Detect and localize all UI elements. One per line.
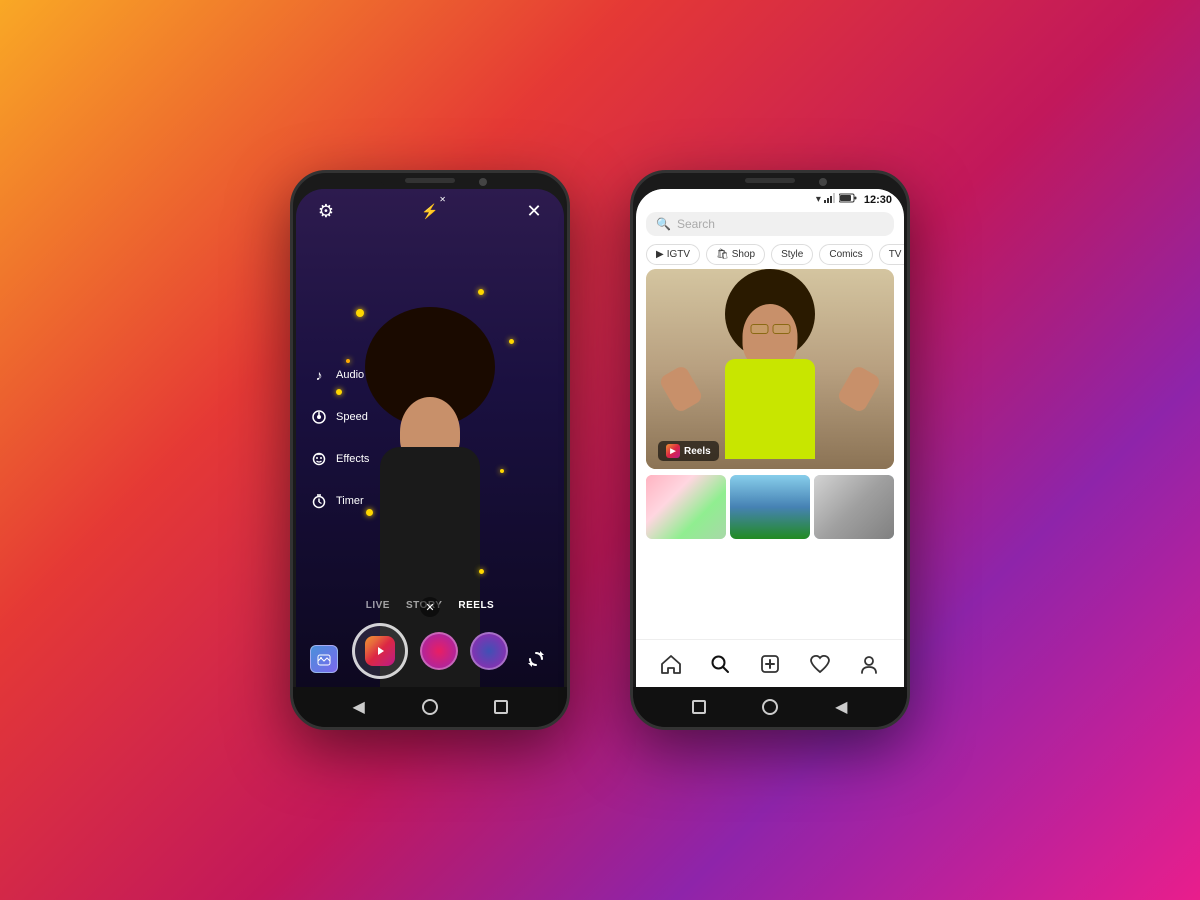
- phone-camera-dot: [479, 178, 487, 186]
- gallery-thumbnail[interactable]: [310, 645, 338, 673]
- flip-camera-button[interactable]: [522, 645, 550, 673]
- chip-style[interactable]: Style: [771, 244, 813, 265]
- right-phone-screen: ▾ 12:30 🔍 Search: [636, 189, 904, 687]
- sparkle-1: [356, 309, 364, 317]
- effect-button-2[interactable]: [470, 632, 508, 670]
- flash-off-icon: ✕: [439, 195, 446, 204]
- audio-control[interactable]: ♪ Audio: [308, 364, 369, 386]
- sparkle-6: [479, 569, 484, 574]
- mode-live[interactable]: LIVE: [366, 600, 390, 611]
- sparkle-8: [346, 359, 350, 363]
- right-nav-recent-button[interactable]: [690, 698, 708, 716]
- chip-igtv[interactable]: ▶ IGTV: [646, 244, 700, 265]
- chip-shop-label: Shop: [732, 249, 755, 260]
- effects-label: Effects: [336, 453, 369, 465]
- timer-label: Timer: [336, 495, 364, 507]
- sparkle-4: [500, 469, 504, 473]
- phone-speaker: [405, 178, 455, 183]
- chip-tv-movies[interactable]: TV & Movies: [879, 244, 904, 265]
- left-phone-screen: ⚙ ⚡ ✕ ✕ ♪ Audio: [296, 189, 564, 687]
- right-phone: ▾ 12:30 🔍 Search: [630, 170, 910, 730]
- video-content: [646, 269, 894, 469]
- status-time: 12:30: [864, 194, 892, 206]
- close-icon: ✕: [526, 201, 541, 222]
- signal-icon: [824, 193, 836, 206]
- flash-icon: ⚡: [421, 203, 438, 220]
- right-phone-nav-bar: ◀: [633, 687, 907, 727]
- capture-close-badge[interactable]: ✕: [420, 597, 440, 617]
- right-nav-home-button[interactable]: [761, 698, 779, 716]
- mode-reels[interactable]: REELS: [458, 600, 494, 611]
- nav-search-icon[interactable]: [704, 648, 736, 680]
- nav-profile-icon[interactable]: [853, 648, 885, 680]
- status-icons: ▾ 12:30: [816, 193, 892, 206]
- capture-button[interactable]: [352, 623, 408, 679]
- nav-home-icon[interactable]: [655, 648, 687, 680]
- audio-label: Audio: [336, 369, 364, 381]
- effect-button-1[interactable]: [420, 632, 458, 670]
- capture-row: ✕: [296, 617, 564, 687]
- nav-back-button[interactable]: ◀: [350, 698, 368, 716]
- reels-logo: [365, 636, 395, 666]
- reels-badge-text: Reels: [684, 446, 711, 457]
- nav-recent-button[interactable]: [492, 698, 510, 716]
- search-placeholder: Search: [677, 217, 715, 231]
- category-chips: ▶ IGTV 🛍 Shop Style Comics TV & Movies: [636, 240, 904, 269]
- thumbnail-flowers[interactable]: [646, 475, 726, 539]
- timer-control[interactable]: Timer: [308, 490, 369, 512]
- right-phone-camera-dot: [819, 178, 827, 186]
- chip-comics[interactable]: Comics: [819, 244, 872, 265]
- effects-control[interactable]: Effects: [308, 448, 369, 470]
- bottom-nav-bar: [636, 639, 904, 687]
- camera-screen: ⚙ ⚡ ✕ ✕ ♪ Audio: [296, 189, 564, 687]
- nav-activity-icon[interactable]: [804, 648, 836, 680]
- timer-icon: [308, 490, 330, 512]
- chip-igtv-label: IGTV: [667, 249, 690, 260]
- chip-tv-label: TV & Movies: [889, 249, 904, 260]
- camera-top-bar: ⚙ ⚡ ✕ ✕: [296, 197, 564, 225]
- camera-bottom-controls: LIVE STORY REELS ✕: [296, 596, 564, 687]
- speed-label: Speed: [336, 411, 368, 423]
- right-nav-back-button[interactable]: ◀: [832, 698, 850, 716]
- search-icon: 🔍: [656, 217, 671, 231]
- left-phone-nav-bar: ◀: [293, 687, 567, 727]
- camera-sidebar: ♪ Audio Speed Effects: [308, 364, 369, 512]
- audio-icon: ♪: [308, 364, 330, 386]
- shop-icon: 🛍: [716, 249, 729, 260]
- status-bar: ▾ 12:30: [636, 189, 904, 208]
- igtv-icon: ▶: [656, 249, 664, 260]
- left-phone: ⚙ ⚡ ✕ ✕ ♪ Audio: [290, 170, 570, 730]
- explore-screen: ▾ 12:30 🔍 Search: [636, 189, 904, 687]
- speed-icon: [308, 406, 330, 428]
- reels-label-badge: ▶ Reels: [658, 441, 719, 461]
- main-video-player[interactable]: ▶ Reels: [646, 269, 894, 469]
- glass-right: [772, 324, 790, 334]
- nav-home-button[interactable]: [421, 698, 439, 716]
- reels-badge-icon: ▶: [666, 444, 680, 458]
- search-box[interactable]: 🔍 Search: [646, 212, 894, 236]
- thumbnail-couple[interactable]: [730, 475, 810, 539]
- chip-shop[interactable]: 🛍 Shop: [706, 244, 765, 265]
- wifi-icon: ▾: [816, 194, 821, 205]
- sparkle-7: [478, 289, 484, 295]
- speed-control[interactable]: Speed: [308, 406, 369, 428]
- thumbnails-row: [636, 473, 904, 541]
- chip-style-label: Style: [781, 249, 803, 260]
- settings-button[interactable]: ⚙: [312, 197, 340, 225]
- flash-button[interactable]: ⚡ ✕: [416, 197, 444, 225]
- man-glasses: [750, 324, 790, 334]
- sparkle-2: [509, 339, 514, 344]
- glass-left: [750, 324, 768, 334]
- chip-comics-label: Comics: [829, 249, 862, 260]
- thumbnail-skate[interactable]: [814, 475, 894, 539]
- battery-icon: [839, 193, 857, 206]
- settings-icon: ⚙: [318, 201, 334, 222]
- nav-create-icon[interactable]: [754, 648, 786, 680]
- close-camera-button[interactable]: ✕: [520, 197, 548, 225]
- search-bar: 🔍 Search: [636, 208, 904, 240]
- right-phone-speaker: [745, 178, 795, 183]
- effects-icon: [308, 448, 330, 470]
- man-shirt: [725, 359, 815, 459]
